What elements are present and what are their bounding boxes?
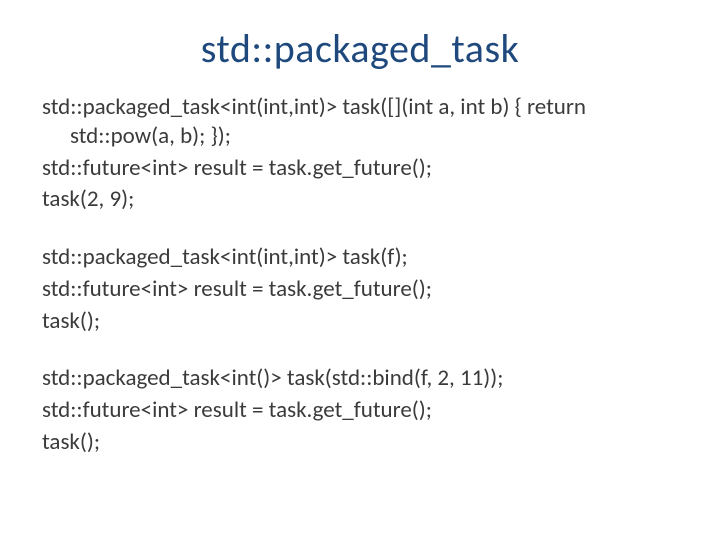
- code-line: std::packaged_task<int()> task(std::bind…: [42, 364, 678, 393]
- code-line: std::packaged_task<int(int,int)> task(f)…: [42, 243, 678, 272]
- blank-line: [42, 338, 678, 364]
- blank-line: [42, 217, 678, 243]
- slide-body: std::packaged_task<int(int,int)> task([]…: [42, 93, 678, 457]
- code-line: std::future<int> result = task.get_futur…: [42, 275, 678, 304]
- code-line: std::packaged_task<int(int,int)> task([]…: [42, 93, 678, 151]
- code-line: task();: [42, 307, 678, 336]
- slide-title: std::packaged_task: [42, 24, 678, 73]
- slide: std::packaged_task std::packaged_task<in…: [0, 0, 720, 540]
- code-line: std::future<int> result = task.get_futur…: [42, 396, 678, 425]
- code-line: task(2, 9);: [42, 185, 678, 214]
- code-line: std::future<int> result = task.get_futur…: [42, 154, 678, 183]
- code-line: task();: [42, 428, 678, 457]
